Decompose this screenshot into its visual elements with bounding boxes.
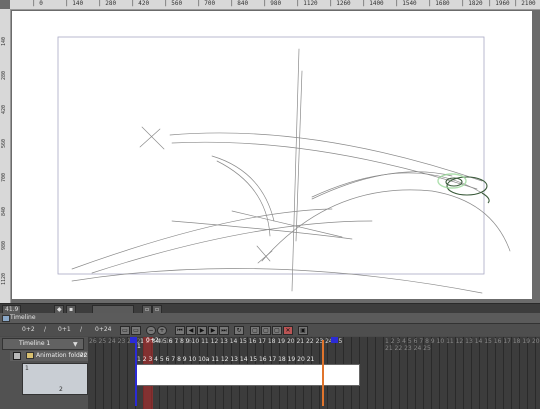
forward-icon[interactable]: ▶ (208, 326, 218, 335)
layer-row-animation-folder[interactable]: Animation folder 22 (10, 351, 88, 361)
ruler-top: | 0 | 140 | 280 | 420 | 560 | 700 | 840 … (10, 0, 540, 10)
layer-icon (2, 315, 10, 322)
timeline-toolbar: 0+2 / 0+1 / 0+24 ▭ ▭ − + ⏮ ◀ ▶ ▶ ⏭ ↻ ▢ ▢… (0, 324, 540, 336)
start-frame-field[interactable]: 0+1 (58, 326, 71, 333)
end-line (322, 340, 324, 406)
loop-icon[interactable]: ↻ (234, 326, 244, 335)
ruler-tick: | 2100 (514, 0, 536, 7)
frame-header-right: 1 2 3 4 5 6 7 8 9 10 11 12 13 14 15 16 1… (385, 338, 540, 352)
current-frame-field[interactable]: 0+2 (22, 326, 35, 333)
layer-label: Animation folder (36, 352, 86, 359)
ruler-tick: 1120 (1, 273, 7, 286)
new-cel-icon[interactable]: ▭ (120, 326, 130, 335)
ruler-tick: | 1400 (362, 0, 384, 7)
folder-count: 22 (80, 352, 88, 359)
ruler-left: 140 280 420 560 700 840 980 1120 (0, 9, 11, 303)
ruler-tick: 840 (1, 207, 7, 217)
folder-icon (26, 352, 34, 359)
start-line (135, 340, 137, 406)
ruler-tick: | 980 (263, 0, 282, 7)
ruler-tick: | 560 (164, 0, 183, 7)
frame-header-numbers: 1 2 3 4 5 6 7 8 9 10 11 12 13 14 15 16 1… (140, 338, 343, 345)
ruler-tick: | 700 (197, 0, 216, 7)
ruler-tick: | 1820 (461, 0, 483, 7)
range-end-marker[interactable] (331, 337, 338, 343)
ruler-tick: | 1260 (329, 0, 351, 7)
ruler-tick: | 840 (230, 0, 249, 7)
layer-thumbnail[interactable]: 1 2 (22, 363, 88, 395)
ruler-tick: 140 (1, 37, 7, 47)
layer-index: 1 (25, 365, 29, 372)
ruler-tick: | 1960 (488, 0, 510, 7)
timeline-name: Timeline 1 (19, 340, 51, 347)
ruler-tick: | 1120 (296, 0, 318, 7)
playhead-label: 0+2 (146, 337, 159, 344)
settings-icon[interactable]: ▣ (298, 326, 308, 335)
zoom-out-icon[interactable]: − (146, 326, 156, 335)
last-frame-icon[interactable]: ⏭ (219, 326, 229, 335)
ruler-tick: 560 (1, 139, 7, 149)
cel-track[interactable] (135, 364, 360, 386)
chevron-down-icon: ▼ (73, 341, 78, 348)
timeline-panel-header: Timeline (0, 313, 540, 324)
end-frame-field[interactable]: 0+24 (95, 326, 111, 333)
zoom-in-icon[interactable]: + (157, 326, 167, 335)
light-table-icon[interactable]: ▢ (261, 326, 271, 335)
onion-skin-icon[interactable]: ▢ (250, 326, 260, 335)
ruler-tick: 420 (1, 105, 7, 115)
ruler-tick: 280 (1, 71, 7, 81)
sketch-drawing (57, 36, 511, 294)
ruler-tick: 700 (1, 173, 7, 183)
ruler-tick: 980 (1, 241, 7, 251)
ruler-tick: | 420 (131, 0, 150, 7)
range-start-label: 1 (137, 343, 141, 350)
separator: / (80, 326, 83, 333)
play-icon[interactable]: ▶ (197, 326, 207, 335)
thumb-index: 2 (59, 386, 63, 393)
ruler-tick: | 1680 (428, 0, 450, 7)
visibility-icon[interactable] (13, 352, 21, 360)
first-frame-icon[interactable]: ⏮ (175, 326, 185, 335)
ruler-tick: | 0 (32, 0, 43, 7)
ruler-tick: | 140 (65, 0, 84, 7)
timeline-name-dropdown[interactable]: Timeline 1 ▼ (2, 338, 84, 350)
rewind-icon[interactable]: ◀ (186, 326, 196, 335)
separator: / (44, 326, 47, 333)
cel-numbers: 1 2 3 4 5 6 7 8 9 10 10a 11 12 13 14 15 … (137, 356, 315, 363)
ruler-tick: | 1540 (395, 0, 417, 7)
cel-icon[interactable]: ▢ (272, 326, 282, 335)
timeline-panel-title: Timeline (10, 314, 36, 321)
new-folder-icon[interactable]: ▭ (131, 326, 141, 335)
ruler-tick: | 280 (98, 0, 117, 7)
delete-cel-icon[interactable]: ✕ (283, 326, 293, 335)
